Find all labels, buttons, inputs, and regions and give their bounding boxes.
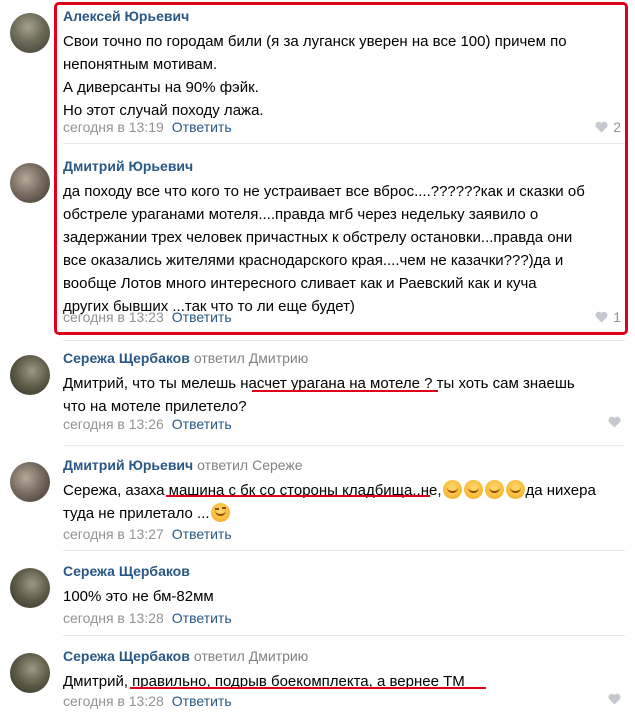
comment-author[interactable]: Сережа Щербаков ответил Дмитрию bbox=[63, 350, 308, 366]
comment-text: Дмитрий, что ты мелешь насчет урагана на… bbox=[63, 372, 608, 418]
comment-author[interactable]: Дмитрий Юрьевич bbox=[63, 158, 193, 174]
comment-2: Дмитрий Юрьевич да походу все что кого т… bbox=[0, 158, 635, 333]
comment-time[interactable]: сегодня в 13:27 bbox=[63, 526, 164, 542]
author-name[interactable]: Сережа Щербаков bbox=[63, 648, 190, 664]
text-line: вообще Лотов много интересного сливает к… bbox=[63, 275, 537, 292]
comment-meta: сегодня в 13:19 Ответить bbox=[63, 119, 232, 135]
smiley-emoji bbox=[484, 480, 504, 499]
wink-emoji bbox=[210, 503, 230, 522]
reply-button[interactable]: Ответить bbox=[172, 693, 232, 709]
divider bbox=[63, 340, 625, 341]
reply-to-name[interactable]: Дмитрию bbox=[249, 648, 308, 664]
avatar[interactable] bbox=[10, 13, 50, 53]
divider bbox=[63, 550, 625, 551]
text-line: все оказались жителями краснодарского кр… bbox=[63, 252, 564, 269]
smiley-emoji bbox=[442, 480, 462, 499]
text-line: Дмитрий, что ты мелешь насчет урагана на… bbox=[63, 375, 575, 392]
like-count: 1 bbox=[613, 309, 621, 325]
comment-3: Сережа Щербаков ответил Дмитрию Дмитрий, ч… bbox=[0, 350, 635, 435]
divider bbox=[63, 445, 625, 446]
author-name[interactable]: Дмитрий Юрьевич bbox=[63, 457, 193, 473]
avatar[interactable] bbox=[10, 653, 50, 693]
comment-time[interactable]: сегодня в 13:23 bbox=[63, 309, 164, 325]
like-button[interactable] bbox=[608, 416, 621, 428]
reply-to-name[interactable]: Дмитрию bbox=[249, 350, 308, 366]
comment-meta: сегодня в 13:27 Ответить bbox=[63, 526, 232, 542]
comment-text: Свои точно по городам били (я за луганск… bbox=[63, 30, 608, 122]
text-line: Сережа, азаха машина с бк со стороны кла… bbox=[63, 479, 608, 502]
reply-to-name[interactable]: Сереже bbox=[252, 457, 302, 473]
comment-author[interactable]: Алексей Юрьевич bbox=[63, 8, 189, 24]
text-line: Свои точно по городам били (я за луганск… bbox=[63, 33, 567, 50]
comment-author[interactable]: Сережа Щербаков ответил Дмитрию bbox=[63, 648, 308, 664]
like-count: 2 bbox=[613, 119, 621, 135]
text-line: туда не прилетало ... bbox=[63, 502, 608, 525]
heart-icon bbox=[595, 311, 608, 323]
comment-time[interactable]: сегодня в 13:28 bbox=[63, 610, 164, 626]
comment-5: Сережа Щербаков 100% это не бм-82мм сего… bbox=[0, 563, 635, 633]
divider bbox=[63, 635, 625, 636]
avatar[interactable] bbox=[10, 462, 50, 502]
comment-meta: сегодня в 13:26 Ответить bbox=[63, 416, 232, 432]
text-line: обстреле ураганами мотеля....правда мгб … bbox=[63, 206, 539, 223]
reply-button[interactable]: Ответить bbox=[172, 610, 232, 626]
reply-to-label: ответил bbox=[197, 457, 249, 473]
comment-author[interactable]: Сережа Щербаков bbox=[63, 563, 190, 579]
like-button[interactable] bbox=[608, 693, 621, 705]
heart-icon bbox=[595, 121, 608, 133]
comment-time[interactable]: сегодня в 13:19 bbox=[63, 119, 164, 135]
like-button[interactable]: 1 bbox=[595, 309, 621, 325]
avatar[interactable] bbox=[10, 568, 50, 608]
heart-icon bbox=[608, 693, 621, 705]
text-line: задержании трех человек причастных к обс… bbox=[63, 229, 573, 246]
comment-4: Дмитрий Юрьевич ответил Сереже Сережа, аза… bbox=[0, 457, 635, 547]
comment-author[interactable]: Дмитрий Юрьевич ответил Сереже bbox=[63, 457, 303, 473]
text-line: Дмитрий, правильно, подрыв боекомплекта,… bbox=[63, 673, 465, 690]
comment-meta: сегодня в 13:23 Ответить bbox=[63, 309, 232, 325]
avatar[interactable] bbox=[10, 355, 50, 395]
reply-button[interactable]: Ответить bbox=[172, 119, 232, 135]
comment-text: 100% это не бм-82мм bbox=[63, 585, 608, 608]
comment-time[interactable]: сегодня в 13:28 bbox=[63, 693, 164, 709]
author-name[interactable]: Сережа Щербаков bbox=[63, 350, 190, 366]
text-line: 100% это не бм-82мм bbox=[63, 588, 214, 605]
reply-button[interactable]: Ответить bbox=[172, 526, 232, 542]
comment-meta: сегодня в 13:28 Ответить bbox=[63, 693, 232, 709]
text-fragment: Сережа, азаха машина с бк со стороны кла… bbox=[63, 482, 442, 499]
text-line: непонятным мотивам. bbox=[63, 56, 218, 73]
comment-1: Алексей Юрьевич Свои точно по городам би… bbox=[0, 8, 635, 138]
text-fragment: да нихера bbox=[525, 482, 596, 499]
text-line: А диверсанты на 90% фэйк. bbox=[63, 79, 259, 96]
heart-icon bbox=[608, 416, 621, 428]
divider bbox=[63, 143, 625, 144]
comment-text: да походу все что кого то не устраивает … bbox=[63, 180, 608, 318]
comment-time[interactable]: сегодня в 13:26 bbox=[63, 416, 164, 432]
reply-to-label: ответил bbox=[193, 350, 245, 366]
text-fragment: туда не прилетало ... bbox=[63, 505, 210, 522]
reply-button[interactable]: Ответить bbox=[172, 416, 232, 432]
text-line: да походу все что кого то не устраивает … bbox=[63, 183, 585, 200]
comment-6: Сережа Щербаков ответил Дмитрию Дмитрий, п… bbox=[0, 648, 635, 720]
like-button[interactable]: 2 bbox=[595, 119, 621, 135]
comment-text: Дмитрий, правильно, подрыв боекомплекта,… bbox=[63, 670, 608, 693]
smiley-emoji bbox=[505, 480, 525, 499]
comment-meta: сегодня в 13:28 Ответить bbox=[63, 610, 232, 626]
smiley-emoji bbox=[463, 480, 483, 499]
avatar[interactable] bbox=[10, 163, 50, 203]
comment-text: Сережа, азаха машина с бк со стороны кла… bbox=[63, 479, 608, 525]
reply-to-label: ответил bbox=[193, 648, 245, 664]
reply-button[interactable]: Ответить bbox=[172, 309, 232, 325]
text-line: что на мотеле прилетело? bbox=[63, 398, 247, 415]
